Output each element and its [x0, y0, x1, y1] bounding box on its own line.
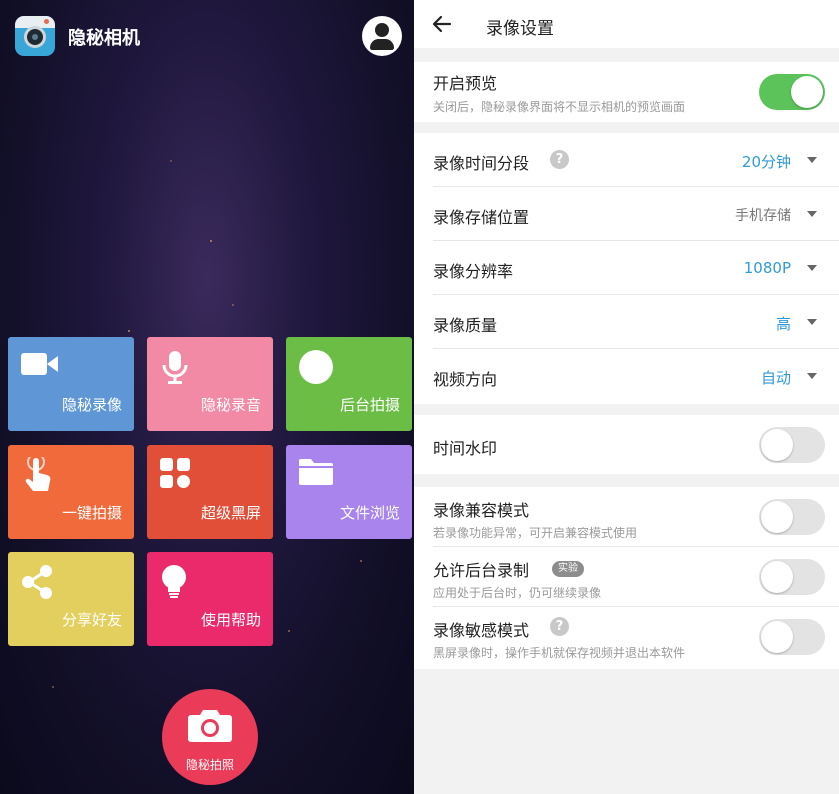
setting-description: 应用处于后台时，仍可继续录像: [433, 586, 602, 600]
app-title: 隐秘相机: [68, 28, 140, 49]
setting-label: 录像兼容模式: [433, 501, 530, 520]
setting-row-background[interactable]: 允许后台录制 实验 应用处于后台时，仍可继续录像: [414, 547, 839, 607]
advanced-section: 录像兼容模式 若录像功能异常，可开启兼容模式使用 允许后台录制 实验 应用处于后…: [414, 487, 839, 669]
tile-label: 一键拍摄: [61, 504, 122, 522]
setting-row-orientation[interactable]: 视频方向 自动: [414, 349, 839, 404]
folder-icon: [299, 459, 333, 485]
secret-photo-button[interactable]: 隐秘拍照: [162, 689, 258, 785]
microphone-icon: [162, 351, 188, 384]
home-screen: 隐秘相机 隐秘录像 隐秘录音 后台拍摄 一键拍摄 超级黑屏 文件浏览 分享好友 …: [0, 0, 414, 794]
preview-toggle[interactable]: [759, 74, 825, 110]
tile-label: 后台拍摄: [339, 396, 400, 414]
setting-label: 录像分辨率: [433, 262, 514, 281]
storage-value: 手机存储: [735, 208, 791, 224]
setting-row-resolution[interactable]: 录像分辨率 1080P: [414, 241, 839, 295]
setting-row-compat[interactable]: 录像兼容模式 若录像功能异常，可开启兼容模式使用: [414, 487, 839, 547]
secret-photo-label: 隐秘拍照: [185, 758, 234, 772]
setting-row-sensitive[interactable]: 录像敏感模式 ? 黑屏录像时，操作手机就保存视频并退出本软件: [414, 607, 839, 669]
tile-label: 超级黑屏: [200, 504, 261, 522]
video-camera-icon: [21, 353, 58, 375]
tile-label: 文件浏览: [339, 504, 400, 522]
profile-avatar-icon[interactable]: [362, 16, 402, 56]
recording-options-section: 录像时间分段 ? 20分钟 录像存储位置 手机存储 录像分辨率 1080P 录像…: [414, 133, 839, 404]
setting-row-storage[interactable]: 录像存储位置 手机存储: [414, 187, 839, 241]
setting-label: 录像时间分段: [433, 154, 530, 173]
chevron-down-icon: [807, 157, 817, 163]
tile-label: 使用帮助: [200, 611, 261, 629]
grid-icon: [160, 458, 190, 488]
setting-label: 视频方向: [433, 370, 498, 389]
tile-one-tap-shoot[interactable]: 一键拍摄: [8, 445, 134, 539]
chevron-down-icon: [807, 373, 817, 379]
setting-label: 开启预览: [433, 74, 498, 93]
setting-description: 关闭后，隐秘录像界面将不显示相机的预览画面: [433, 100, 686, 114]
help-icon[interactable]: ?: [550, 617, 569, 636]
setting-label: 录像存储位置: [433, 208, 530, 227]
chevron-down-icon: [807, 265, 817, 271]
page-title: 录像设置: [486, 19, 554, 39]
setting-label: 录像质量: [433, 316, 498, 335]
experimental-badge: 实验: [552, 561, 584, 577]
share-icon: [22, 565, 52, 599]
circle-icon: [299, 350, 333, 384]
tile-super-black-screen[interactable]: 超级黑屏: [147, 445, 273, 539]
tile-share-friends[interactable]: 分享好友: [8, 552, 134, 646]
app-logo-icon: [15, 16, 55, 56]
setting-row-quality[interactable]: 录像质量 高: [414, 295, 839, 349]
setting-label: 时间水印: [433, 439, 498, 458]
resolution-value: 1080P: [743, 259, 791, 277]
setting-description: 若录像功能异常，可开启兼容模式使用: [433, 526, 638, 540]
tile-help[interactable]: 使用帮助: [147, 552, 273, 646]
watermark-section: 时间水印: [414, 415, 839, 474]
top-app-bar: 录像设置: [414, 0, 839, 48]
setting-label: 允许后台录制: [433, 561, 530, 580]
sensitive-toggle[interactable]: [759, 619, 825, 655]
setting-label: 录像敏感模式: [433, 621, 530, 640]
background-toggle[interactable]: [759, 559, 825, 595]
tile-secret-audio[interactable]: 隐秘录音: [147, 337, 273, 431]
chevron-down-icon: [807, 319, 817, 325]
compat-toggle[interactable]: [759, 499, 825, 535]
orientation-value: 自动: [760, 369, 791, 387]
camera-icon: [188, 710, 232, 742]
back-arrow-icon[interactable]: [430, 12, 454, 36]
setting-row-segment[interactable]: 录像时间分段 ? 20分钟: [414, 133, 839, 187]
setting-row-watermark[interactable]: 时间水印: [414, 415, 839, 474]
tile-secret-video[interactable]: 隐秘录像: [8, 337, 134, 431]
tile-label: 分享好友: [61, 611, 122, 629]
segment-value: 20分钟: [741, 153, 791, 171]
quality-value: 高: [775, 315, 791, 333]
preview-section: 开启预览 关闭后，隐秘录像界面将不显示相机的预览画面: [414, 62, 839, 122]
tap-hand-icon: [25, 457, 51, 491]
help-icon[interactable]: ?: [550, 150, 569, 169]
setting-description: 黑屏录像时，操作手机就保存视频并退出本软件: [433, 646, 686, 660]
tile-label: 隐秘录像: [61, 396, 122, 414]
setting-row-preview[interactable]: 开启预览 关闭后，隐秘录像界面将不显示相机的预览画面: [414, 62, 839, 122]
tile-file-browser[interactable]: 文件浏览: [286, 445, 412, 539]
tile-label: 隐秘录音: [200, 396, 261, 414]
watermark-toggle[interactable]: [759, 427, 825, 463]
video-settings-screen: 录像设置 开启预览 关闭后，隐秘录像界面将不显示相机的预览画面 录像时间分段 ?…: [414, 0, 839, 794]
tile-background-shoot[interactable]: 后台拍摄: [286, 337, 412, 431]
chevron-down-icon: [807, 211, 817, 217]
lightbulb-icon: [162, 565, 186, 598]
